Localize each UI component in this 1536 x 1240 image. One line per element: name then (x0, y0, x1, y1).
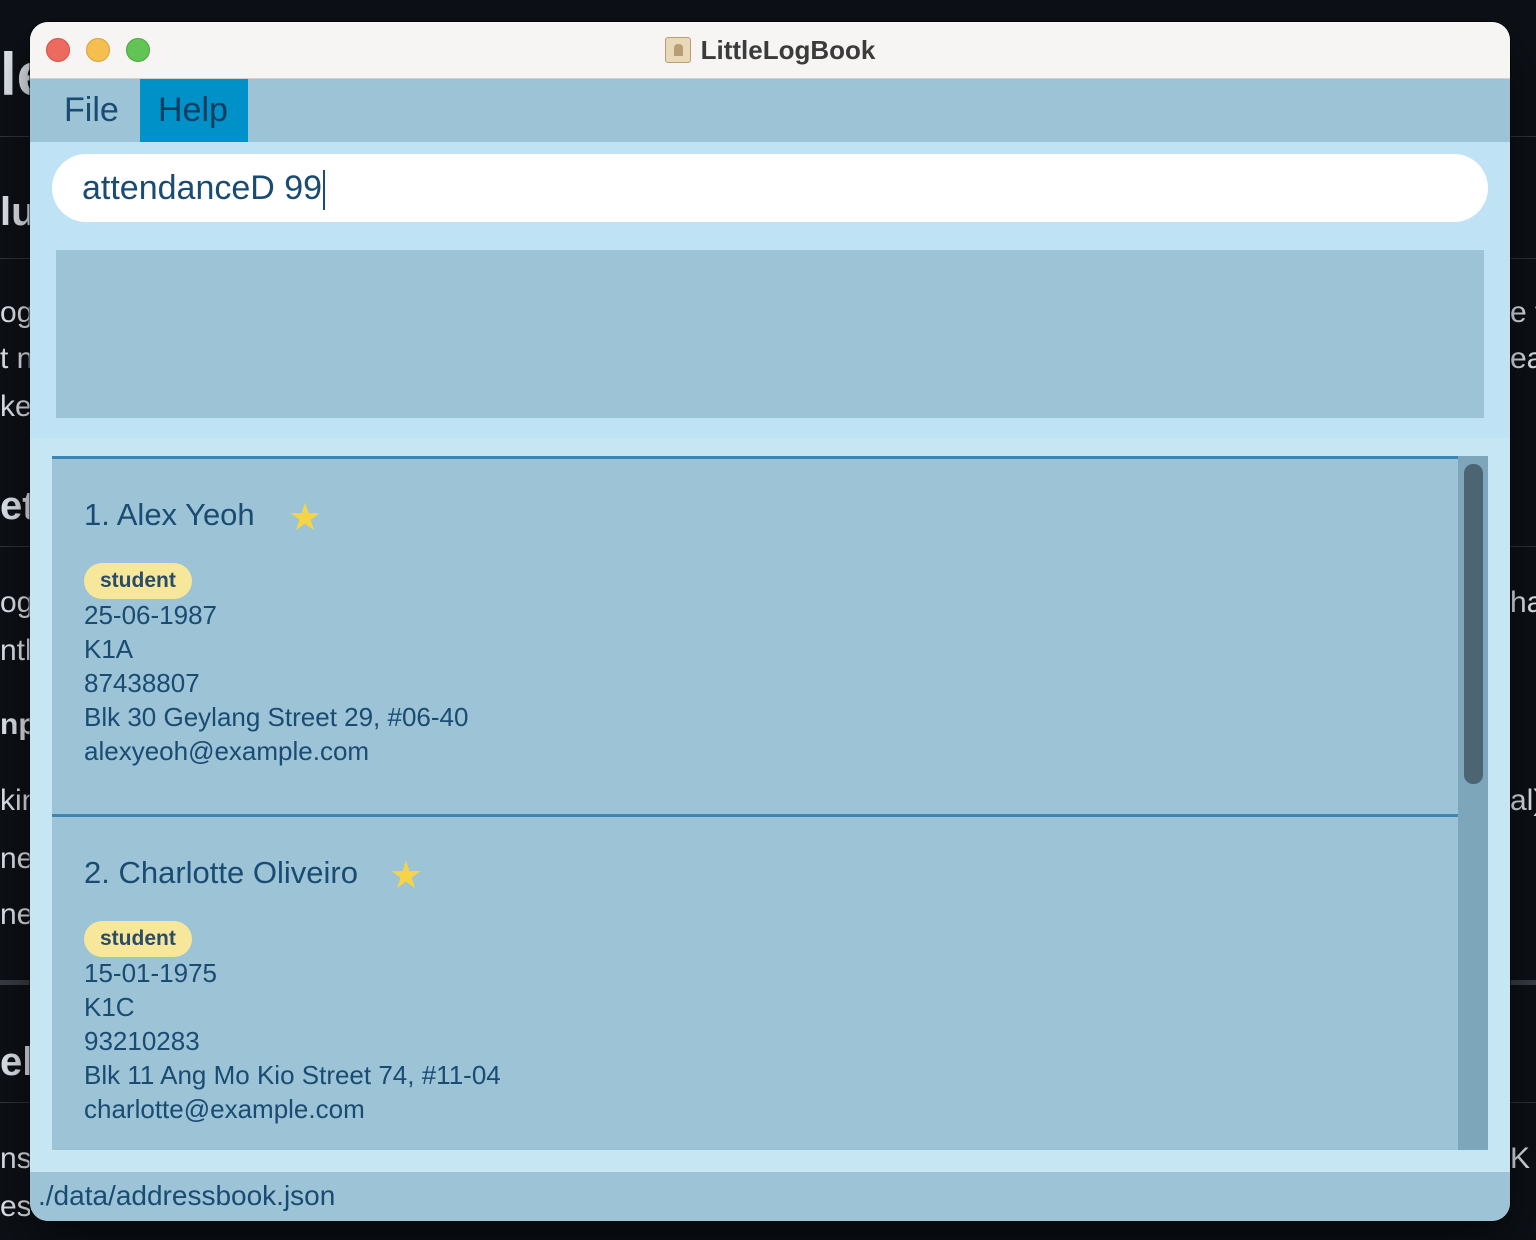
tag-badge: student (84, 921, 192, 957)
list-scrollbar[interactable] (1458, 456, 1488, 1150)
star-icon: ★ (389, 855, 424, 897)
main-content: attendanceD 99 1. Alex Yeoh ★ student 25-06… (30, 142, 1510, 1172)
star-icon: ★ (288, 497, 323, 539)
window-title: LittleLogBook (700, 34, 876, 65)
person-card[interactable]: 1. Alex Yeoh ★ student 25-06-1987 K1A 8743880… (52, 456, 1458, 814)
menu-bar: File Help (30, 79, 1510, 142)
person-email: charlotte@example.com (84, 1094, 365, 1124)
person-address: Blk 11 Ang Mo Kio Street 74, #11-04 (84, 1060, 501, 1090)
status-bar: ./data/addressbook.json (30, 1172, 1510, 1221)
menu-help[interactable]: Help (140, 79, 248, 142)
command-input-text: attendanceD 99 (82, 169, 323, 207)
person-dob: 25-06-1987 (84, 600, 217, 630)
person-name: 1. Alex Yeoh (84, 497, 255, 532)
person-list[interactable]: 1. Alex Yeoh ★ student 25-06-1987 K1A 8743880… (52, 456, 1488, 1150)
app-window: LittleLogBook File Help attendanceD 99 1… (30, 22, 1510, 1221)
person-email: alexyeoh@example.com (84, 736, 370, 766)
tag-badge: student (84, 563, 192, 599)
address-book-icon (664, 37, 691, 63)
person-phone: 87438807 (84, 668, 200, 698)
command-input[interactable]: attendanceD 99 (52, 154, 1488, 222)
person-dob: 15-01-1975 (84, 958, 217, 988)
person-name: 2. Charlotte Oliveiro (84, 855, 358, 890)
background-document-edge-left: le (0, 41, 30, 108)
text-caret (323, 170, 326, 211)
title-bar[interactable]: LittleLogBook (30, 22, 1510, 79)
person-phone: 93210283 (84, 1026, 200, 1056)
person-class: K1A (84, 634, 134, 664)
person-card[interactable]: 2. Charlotte Oliveiro ★ student 15-01-1975 K… (52, 814, 1458, 1150)
scrollbar-thumb[interactable] (1464, 464, 1483, 784)
person-address: Blk 30 Geylang Street 29, #06-40 (84, 702, 469, 732)
person-class: K1C (84, 992, 135, 1022)
menu-file[interactable]: File (46, 79, 140, 142)
save-file-path: ./data/addressbook.json (38, 1180, 336, 1211)
result-display (56, 250, 1484, 418)
